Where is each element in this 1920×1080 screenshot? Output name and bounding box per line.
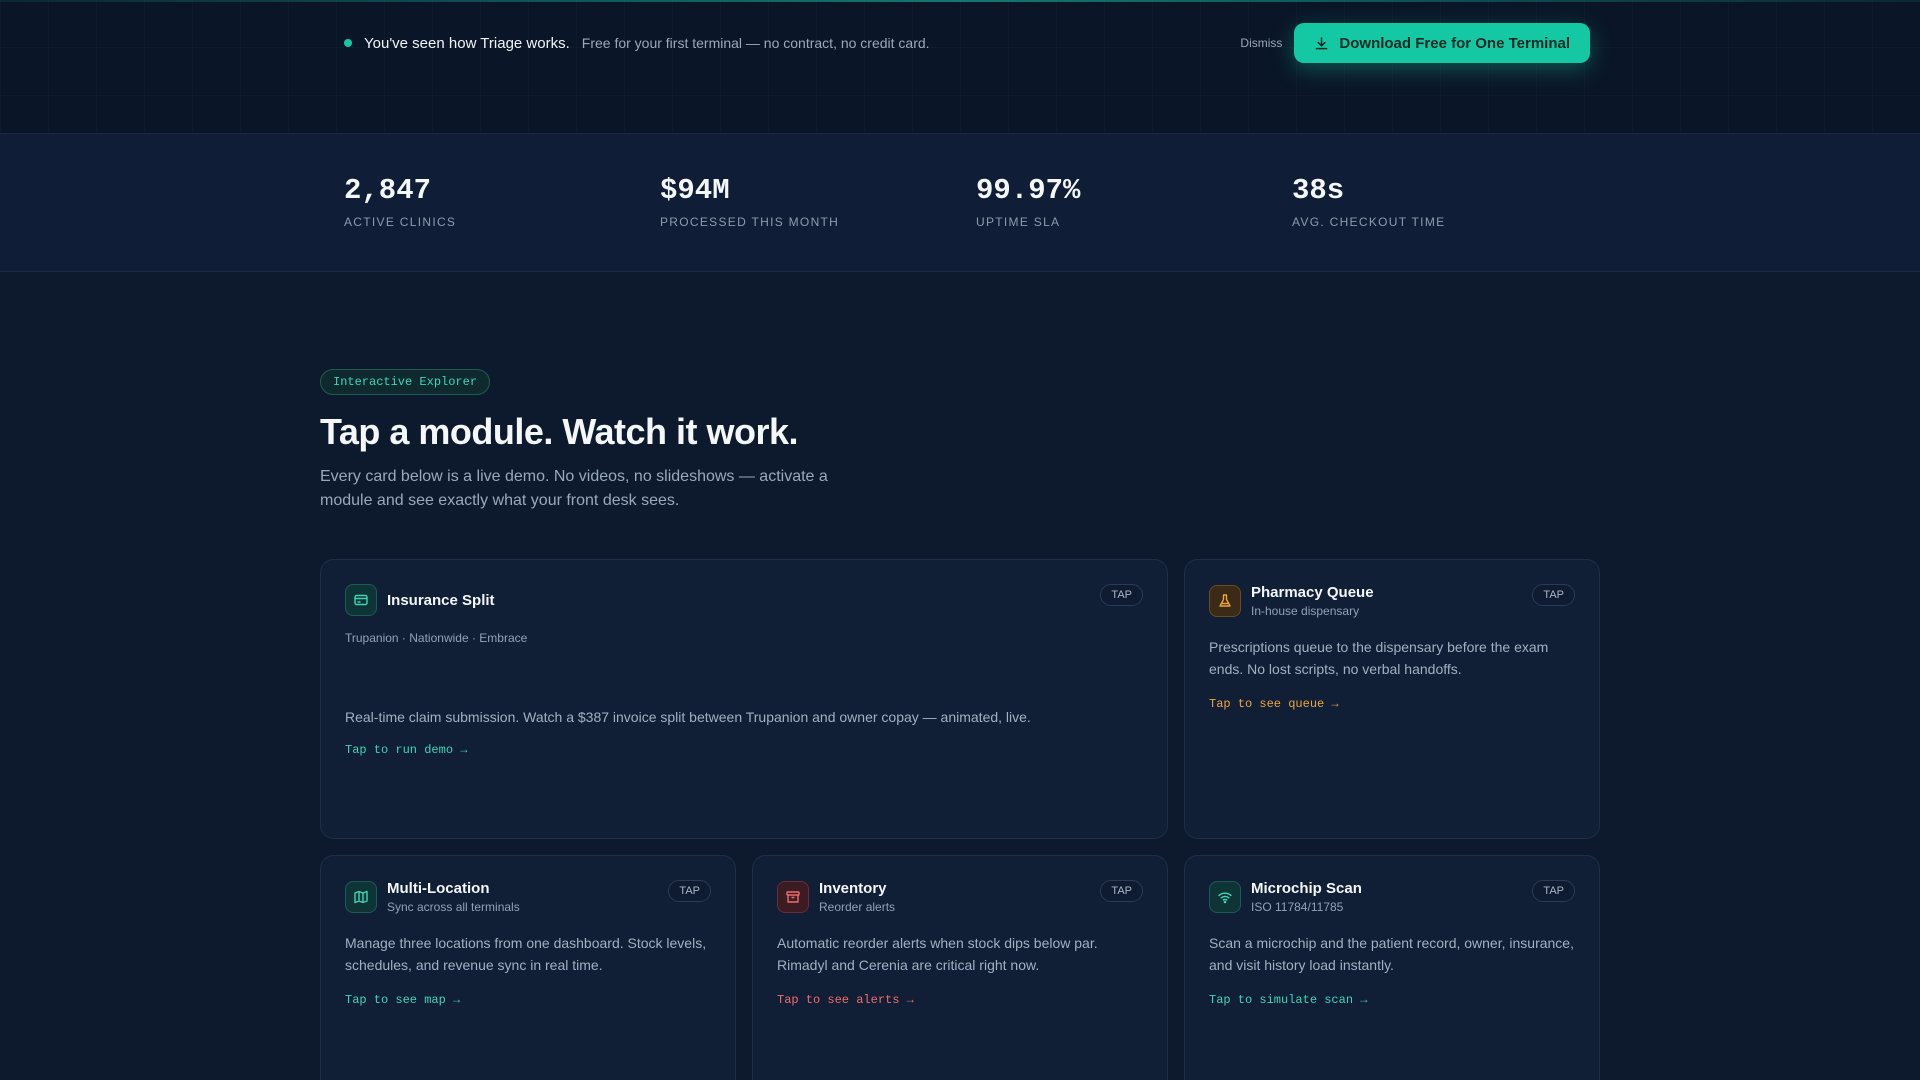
card-subtitle: Trupanion · Nationwide · Embrace	[345, 631, 528, 645]
card-header: Inventory Reorder alerts	[777, 880, 895, 914]
card-title: Pharmacy Queue	[1251, 584, 1374, 601]
stat-label: UPTIME SLA	[976, 215, 1061, 229]
promo-banner: You've seen how Triage works. Free for y…	[0, 0, 1920, 134]
card-header: Multi-Location Sync across all terminals	[345, 880, 520, 914]
card-insurance-split[interactable]: Insurance Split Trupanion · Nationwide ·…	[320, 559, 1168, 839]
card-multi-location[interactable]: Multi-Location Sync across all terminals…	[320, 855, 736, 1080]
download-button-label: Download Free for One Terminal	[1339, 34, 1570, 52]
stat-processed: $94M PROCESSED THIS MONTH	[660, 174, 839, 229]
card-description: Automatic reorder alerts when stock dips…	[777, 935, 1098, 973]
see-map-link[interactable]: Tap to see map →	[345, 993, 460, 1007]
tap-badge[interactable]: TAP	[1532, 584, 1575, 606]
card-microchip-scan[interactable]: Microchip Scan ISO 11784/11785 TAP Scan …	[1184, 855, 1600, 1080]
card-header: Pharmacy Queue In-house dispensary	[1209, 584, 1374, 618]
card-title: Insurance Split	[387, 591, 495, 609]
stat-value: 38s	[1292, 174, 1345, 207]
stat-value: $94M	[660, 174, 730, 207]
card-title: Multi-Location	[387, 880, 490, 897]
card-inventory[interactable]: Inventory Reorder alerts TAP Automatic r…	[752, 855, 1168, 1080]
dismiss-link[interactable]: Dismiss	[1240, 36, 1282, 50]
card-description: Manage three locations from one dashboar…	[345, 935, 707, 973]
card-pharmacy-queue[interactable]: Pharmacy Queue In-house dispensary TAP P…	[1184, 559, 1600, 839]
section-title: Tap a module. Watch it work.	[320, 411, 799, 452]
simulate-scan-link[interactable]: Tap to simulate scan →	[1209, 993, 1367, 1007]
card-title: Inventory	[819, 880, 887, 897]
see-alerts-link[interactable]: Tap to see alerts →	[777, 993, 914, 1007]
card-icon-box	[345, 881, 377, 913]
card-icon-box	[345, 584, 377, 616]
stat-label: PROCESSED THIS MONTH	[660, 215, 840, 229]
card-description: Real-time claim submission. Watch a $387…	[345, 709, 1031, 725]
section-pill: Interactive Explorer	[320, 369, 491, 395]
tap-badge[interactable]: TAP	[1100, 880, 1143, 902]
card-header: Insurance Split	[345, 584, 495, 616]
card-subtitle: ISO 11784/11785	[1251, 900, 1344, 914]
card-subtitle: Reorder alerts	[819, 900, 896, 914]
banner-actions: Dismiss Download Free for One Terminal	[1240, 23, 1590, 63]
card-header: Microchip Scan ISO 11784/11785	[1209, 880, 1362, 914]
stat-value: 2,847	[344, 174, 432, 207]
card-icon-box	[1209, 881, 1241, 913]
card-description: Prescriptions queue to the dispensary be…	[1209, 639, 1549, 677]
tap-badge[interactable]: TAP	[1100, 584, 1143, 606]
wifi-signal-icon	[1218, 892, 1232, 904]
card-subtitle: Sync across all terminals	[387, 900, 520, 914]
stat-label: AVG. CHECKOUT TIME	[1292, 215, 1446, 229]
stat-value: 99.97%	[976, 174, 1081, 207]
section-subtitle: Every card below is a live demo. No vide…	[320, 468, 828, 509]
flask-icon	[1219, 594, 1231, 607]
tap-badge[interactable]: TAP	[668, 880, 711, 902]
stat-checkout-time: 38s AVG. CHECKOUT TIME	[1292, 174, 1445, 229]
stat-active-clinics: 2,847 ACTIVE CLINICS	[344, 174, 456, 229]
banner-bar: You've seen how Triage works. Free for y…	[330, 14, 1590, 72]
download-button[interactable]: Download Free for One Terminal	[1294, 23, 1590, 63]
stat-uptime: 99.97% UPTIME SLA	[976, 174, 1080, 229]
credit-card-icon	[354, 594, 368, 606]
banner-headline: You've seen how Triage works.	[364, 34, 570, 52]
tap-badge[interactable]: TAP	[1532, 880, 1575, 902]
see-queue-link[interactable]: Tap to see queue →	[1209, 697, 1339, 711]
stats-strip: 2,847 ACTIVE CLINICS $94M PROCESSED THIS…	[0, 134, 1920, 272]
card-title: Microchip Scan	[1251, 880, 1362, 897]
run-demo-link[interactable]: Tap to run demo →	[345, 743, 467, 757]
status-dot-icon	[344, 39, 352, 47]
download-icon	[1316, 36, 1328, 49]
card-subtitle: In-house dispensary	[1251, 604, 1360, 618]
archive-box-icon	[786, 891, 800, 903]
stat-label: ACTIVE CLINICS	[344, 215, 457, 229]
explorer-section: Interactive Explorer Tap a module. Watch…	[320, 369, 1600, 513]
card-icon-box	[777, 881, 809, 913]
map-icon	[354, 890, 368, 904]
banner-subtext: Free for your first terminal — no contra…	[581, 35, 930, 51]
card-description: Scan a microchip and the patient record,…	[1209, 935, 1574, 973]
card-icon-box	[1209, 585, 1241, 617]
